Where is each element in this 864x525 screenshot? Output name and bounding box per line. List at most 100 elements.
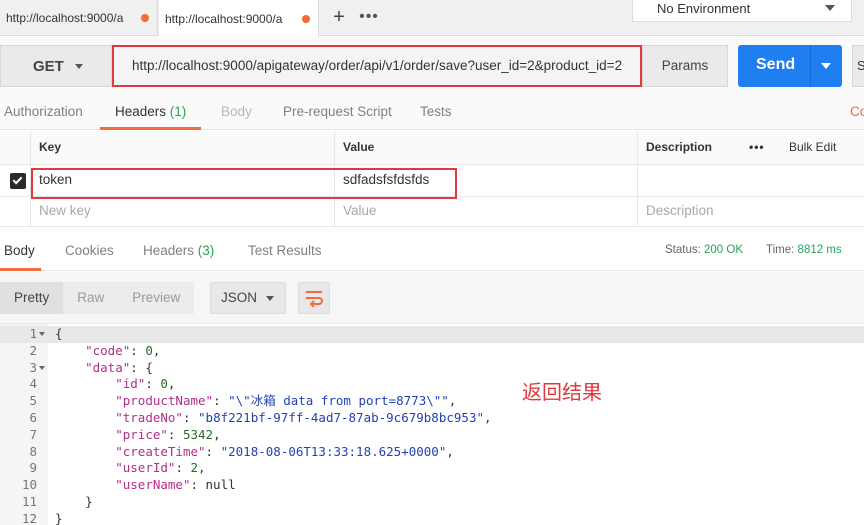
chevron-down-icon [825,5,835,11]
tab-response-headers-label: Headers [143,243,195,258]
tab-tests[interactable]: Tests [420,97,452,130]
new-tab-button[interactable]: + [326,6,352,30]
line-number: 1 [29,326,37,341]
status-value: 200 OK [704,244,744,256]
wrap-lines-button[interactable] [298,282,330,314]
column-header-description: Description [637,131,741,164]
chevron-down-icon [75,64,83,69]
save-button[interactable]: S [852,45,864,87]
response-body-editor[interactable]: 1{2 "code": 0, 3 "data": {4 "id": 0, 5 "pr… [0,324,864,525]
header-description-cell[interactable] [637,165,864,196]
code-text: "data": { [85,359,153,375]
line-number: 2 [29,342,37,358]
request-tab-1-label: http://localhost:9000/a [6,11,124,25]
new-key-input[interactable]: New key [30,197,334,226]
status-readout: Status: 200 OK [665,233,743,267]
tab-response-body[interactable]: Body [0,233,41,271]
tab-code-link[interactable]: Co [850,97,864,130]
line-number: 10 [21,477,37,493]
more-options-icon[interactable]: ••• [741,131,781,164]
pretty-button[interactable]: Pretty [0,282,64,314]
request-tab-2[interactable]: http://localhost:9000/a [159,0,319,37]
code-line: 6 "tradeNo": "b8f221bf-97ff-4ad7-87ab-9c… [0,410,864,427]
environment-select-value: No Environment [657,1,751,16]
response-tabs: Body Cookies Headers (3) Test Results St… [0,233,864,271]
line-number: 9 [29,460,37,476]
code-line: 1{ [0,326,864,343]
new-value-input[interactable]: Value [334,197,637,226]
wrap-lines-icon [306,291,323,308]
code-line: 10 "userName": null [0,477,864,494]
send-button[interactable]: Send [738,45,842,87]
request-tab-2-label: http://localhost:9000/a [165,11,283,26]
tab-authorization[interactable]: Authorization [4,97,83,130]
send-options-chevron-icon[interactable] [821,63,831,69]
table-row-new: New key Value Description [0,197,864,227]
line-number: 12 [21,510,37,525]
code-text: "createTime": "2018-08-06T13:33:18.625+0… [115,443,454,459]
code-line: 11 } [0,494,864,511]
code-text: { [55,326,63,341]
code-line: 2 "code": 0, [0,343,864,360]
header-enabled-checkbox[interactable] [10,173,26,189]
header-value-cell[interactable]: sdfadsfsfdsfds [334,165,637,196]
annotation-text: 返回结果 [522,380,602,404]
bulk-edit-link[interactable]: Bulk Edit [781,131,864,164]
code-text: "tradeNo": "b8f221bf-97ff-4ad7-87ab-9c67… [115,410,492,425]
tab-headers-count: (1) [169,104,187,119]
code-text: } [55,510,63,525]
tab-response-headers[interactable]: Headers (3) [143,233,214,271]
more-tabs-button[interactable]: ••• [356,6,382,30]
time-label: Time: [766,244,795,256]
tab-headers[interactable]: Headers (1) [100,97,202,130]
line-number: 6 [29,410,37,425]
code-text: } [55,494,93,509]
code-line: 7 "price": 5342, [0,427,864,444]
new-description-input[interactable]: Description [637,197,864,226]
environment-select[interactable]: No Environment [632,0,852,22]
chevron-down-icon [266,296,274,301]
code-line: 8 "createTime": "2018-08-06T13:33:18.625… [0,444,864,461]
code-line: 3 "data": { [0,360,864,377]
column-header-value: Value [334,131,637,164]
code-text: "id": 0, [115,376,176,392]
line-number: 8 [29,443,37,459]
raw-button[interactable]: Raw [63,282,118,314]
code-line: 5 "productName": "\"冰箱 data from port=87… [0,393,864,410]
line-number: 7 [29,426,37,442]
tab-body[interactable]: Body [221,97,252,130]
fold-toggle-icon[interactable] [39,365,45,370]
format-select[interactable]: JSON [210,282,286,314]
code-text: "userId": 2, [115,460,206,476]
table-header-row: Key Value Description ••• Bulk Edit [0,131,864,165]
line-number: 3 [29,359,37,375]
url-input[interactable]: http://localhost:9000/apigateway/order/a… [112,45,642,87]
code-text: "code": 0, [85,342,161,358]
code-text: "price": 5342, [115,426,221,442]
line-number: 11 [21,494,37,509]
tab-cookies[interactable]: Cookies [65,233,114,271]
response-toolbar: Pretty Raw Preview JSON [0,272,864,324]
tab-prerequest-script[interactable]: Pre-request Script [283,97,392,130]
send-button-label: Send [756,56,796,73]
time-readout: Time: 8812 ms [766,233,842,267]
header-key-cell[interactable]: token [30,165,334,196]
params-button[interactable]: Params [642,45,728,87]
unsaved-dot-icon [141,14,149,22]
time-value: 8812 ms [797,244,842,256]
preview-button[interactable]: Preview [118,282,194,314]
code-line: 12} [0,511,864,525]
tab-test-results[interactable]: Test Results [248,233,322,271]
request-tab-1[interactable]: http://localhost:9000/a [0,0,158,36]
line-number: 5 [29,393,37,409]
send-divider [810,45,811,87]
format-select-value: JSON [221,290,258,305]
method-select[interactable]: GET [0,45,112,87]
line-number: 4 [29,376,37,392]
request-tabs: Authorization Headers (1) Body Pre-reque… [0,97,864,130]
fold-toggle-icon[interactable] [39,332,45,336]
code-text: "productName": "\"冰箱 data from port=8773… [115,393,457,409]
view-mode-group: Pretty Raw Preview [0,282,195,314]
code-line: 4 "id": 0, [0,376,864,393]
code-text: "userName": null [115,477,236,493]
